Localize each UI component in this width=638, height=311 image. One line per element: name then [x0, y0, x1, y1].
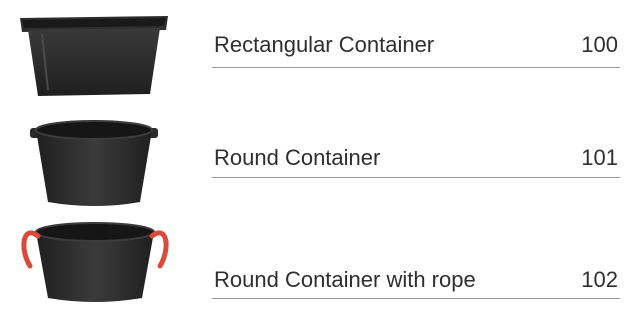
product-catalog: Rectangular Container 100 Round Containe… — [0, 0, 638, 311]
product-name: Rectangular Container — [214, 32, 435, 57]
round-container-rope-icon — [18, 214, 172, 306]
product-code: 100 — [581, 32, 618, 57]
product-code: 101 — [581, 145, 618, 170]
row-divider — [212, 298, 620, 299]
row-divider — [212, 67, 620, 68]
rectangular-container-icon — [18, 12, 170, 100]
product-name: Round Container with rope — [214, 267, 476, 292]
product-name: Round Container — [214, 145, 381, 170]
row-divider — [212, 177, 620, 178]
product-code: 102 — [581, 267, 618, 292]
round-container-icon — [30, 118, 158, 210]
